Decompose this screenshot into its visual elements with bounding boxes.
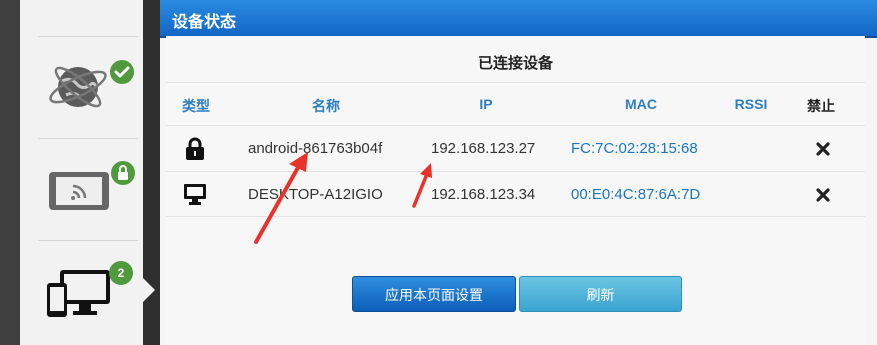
- device-mac: 00:E0:4C:87:6A:7D: [571, 186, 701, 203]
- check-badge: [110, 60, 134, 84]
- device-ip: 192.168.123.34: [431, 186, 536, 203]
- header-rssi: RSSI: [734, 96, 768, 112]
- apply-settings-button[interactable]: 应用本页面设置: [352, 276, 516, 312]
- sidebar-item-devices[interactable]: 2: [20, 241, 143, 345]
- panel-header: 设备状态: [160, 0, 877, 36]
- device-status-panel: 设备状态 已连接设备 类型 名称 IP MAC RSSI 禁止 android-…: [160, 0, 877, 345]
- refresh-button[interactable]: 刷新: [519, 276, 682, 312]
- device-count-badge: 2: [109, 261, 133, 285]
- section-title: 已连接设备: [477, 55, 553, 72]
- sidebar-item-wireless[interactable]: [20, 139, 143, 239]
- tablet-wifi-icon: [49, 172, 109, 210]
- header-mac: MAC: [625, 96, 657, 112]
- active-pointer: [143, 278, 155, 302]
- device-ip: 192.168.123.27: [431, 140, 536, 157]
- sidebar-item-network[interactable]: [20, 37, 143, 137]
- header-type: 类型: [182, 98, 210, 114]
- header-ip: IP: [479, 96, 493, 112]
- block-device-icon[interactable]: [814, 186, 832, 204]
- desktop-icon: [184, 184, 206, 205]
- divider: [166, 125, 865, 126]
- header-name: 名称: [312, 98, 340, 114]
- header-block: 禁止: [807, 98, 835, 114]
- annotation-arrow: [412, 163, 432, 208]
- check-icon: [114, 66, 130, 78]
- block-device-icon[interactable]: [814, 140, 832, 158]
- divider: [166, 82, 865, 83]
- sidebar: 2: [20, 0, 143, 345]
- device-mac: FC:7C:02:28:15:68: [571, 140, 698, 157]
- lock-icon: [186, 137, 204, 160]
- lock-icon: [118, 165, 128, 180]
- left-strip: [0, 0, 20, 345]
- globe-network-icon: [49, 66, 107, 108]
- panel-title: 设备状态: [172, 14, 237, 31]
- lock-badge: [111, 161, 135, 185]
- annotation-arrow: [254, 152, 308, 244]
- devices-icon: [47, 270, 110, 317]
